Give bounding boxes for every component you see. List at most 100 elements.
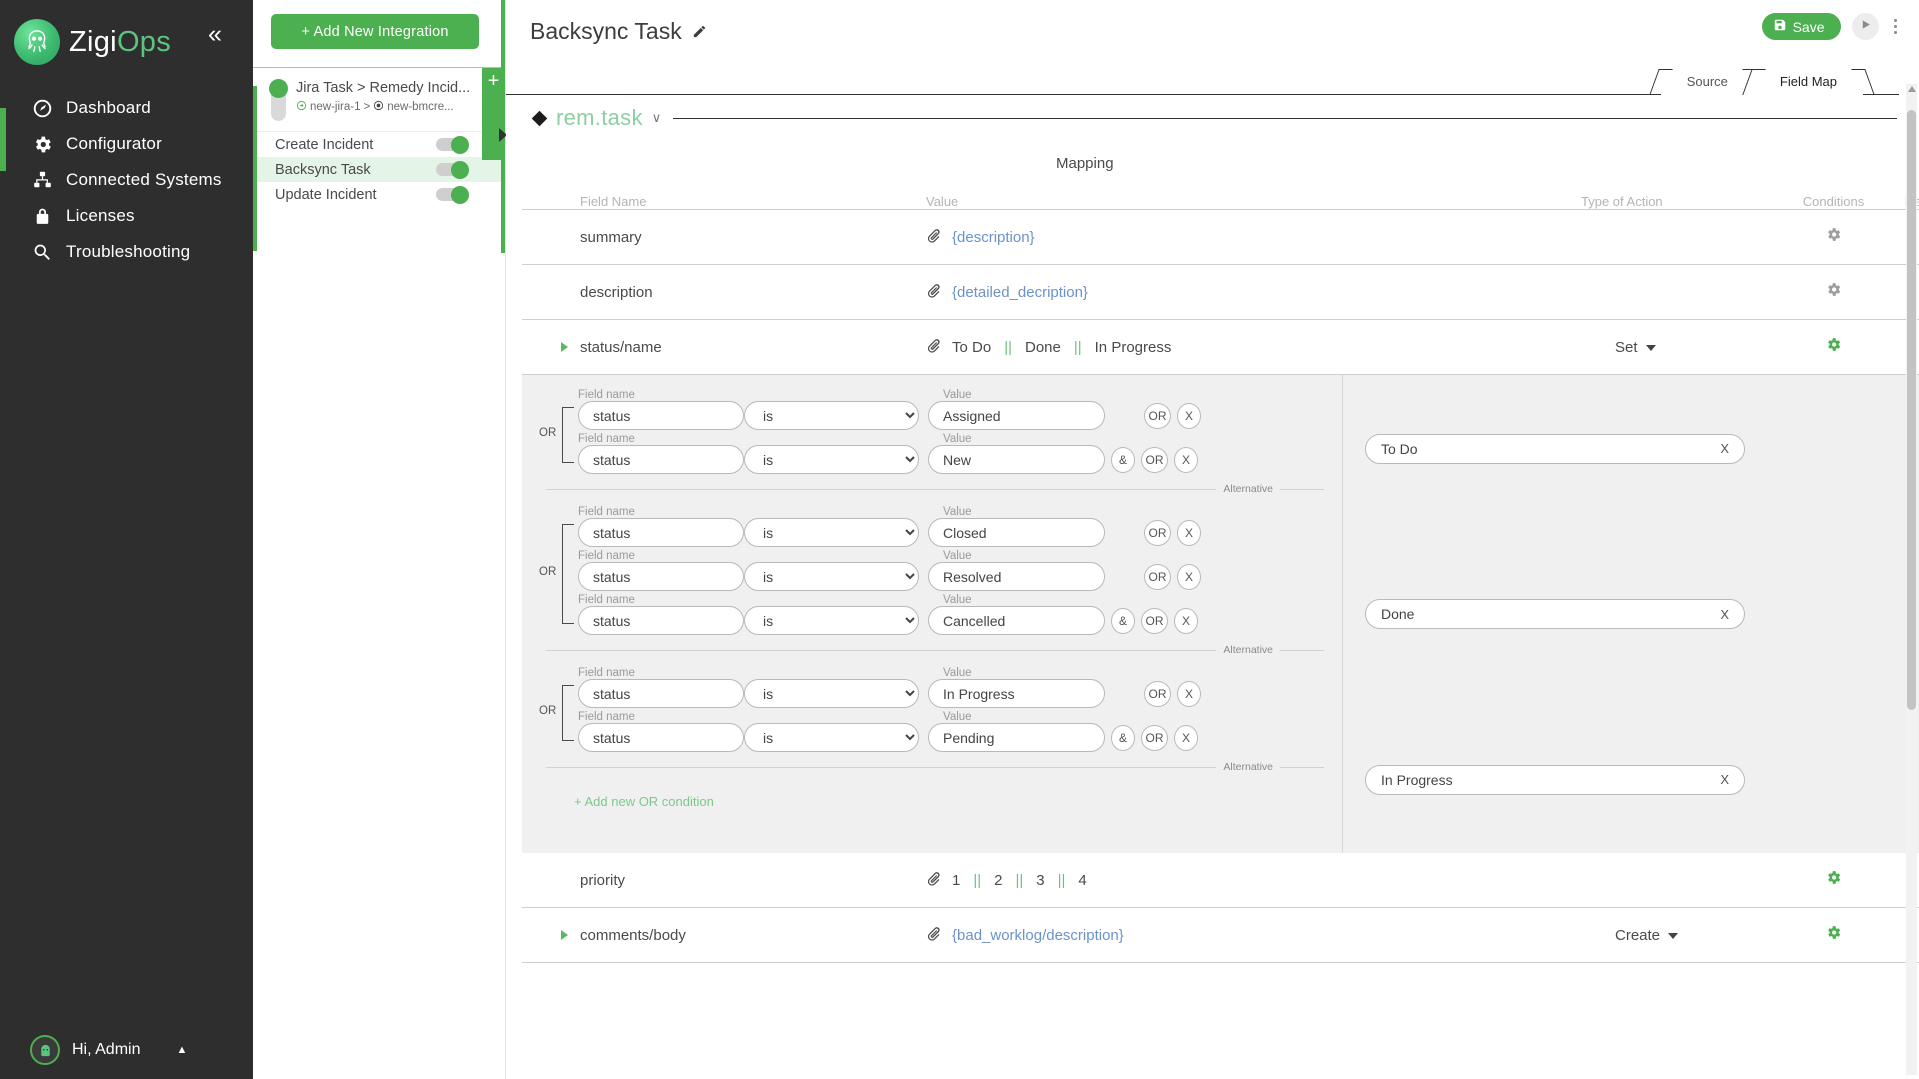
vertical-scrollbar[interactable] (1906, 84, 1917, 1075)
field-name-label: Field name (578, 389, 758, 401)
condition-operator-select[interactable]: isis notcontains (744, 518, 919, 547)
table-row[interactable]: comments/body {bad_worklog/description} … (522, 908, 1919, 963)
integration-card[interactable]: + Jira Task > Remedy Incid... new-jira-1… (253, 67, 505, 207)
row-conditions-button[interactable] (1781, 869, 1886, 891)
clear-result-icon[interactable]: X (1720, 607, 1729, 622)
condition-operator-select[interactable]: isis notcontains (744, 401, 919, 430)
condition-operator-select[interactable]: isis notcontains (744, 723, 919, 752)
condition-field-input[interactable] (578, 562, 744, 591)
condition-field-input[interactable] (578, 401, 744, 430)
integration-card-texts: Jira Task > Remedy Incid... new-jira-1 >… (296, 80, 470, 114)
kebab-menu-icon[interactable] (1890, 15, 1902, 39)
task-enable-toggle[interactable] (436, 138, 467, 151)
mapping-section-label: Mapping (506, 131, 1919, 172)
row-field-name: description (522, 284, 926, 301)
remove-condition-button[interactable]: X (1177, 564, 1201, 590)
row-conditions-button[interactable] (1781, 281, 1886, 303)
target-system-name: new-bmcre... (387, 101, 453, 113)
condition-field-input[interactable] (578, 723, 744, 752)
row-expand-toggle-icon[interactable] (561, 342, 568, 352)
task-row[interactable]: Create Incident (253, 132, 505, 157)
condition-value-input[interactable] (928, 679, 1105, 708)
type-of-action-dropdown[interactable]: Create (1615, 927, 1678, 944)
row-conditions-button[interactable] (1781, 924, 1886, 946)
tab-field-map[interactable]: Field Map (1754, 69, 1863, 96)
sidebar-item-troubleshooting[interactable]: Troubleshooting (0, 234, 253, 270)
condition-results: To Do X Done X In Progress X (1342, 375, 1919, 853)
task-enable-toggle[interactable] (436, 163, 467, 176)
remove-condition-button[interactable]: X (1177, 520, 1201, 546)
table-header-row: Field Name Value Type of Action Conditio… (522, 176, 1919, 210)
pencil-icon[interactable] (692, 24, 707, 39)
row-conditions-button[interactable] (1781, 226, 1886, 248)
remove-condition-button[interactable]: X (1174, 725, 1198, 751)
chevron-double-left-icon[interactable]: « (208, 22, 222, 47)
condition-operator-select[interactable]: isis notcontains (744, 445, 919, 474)
table-row[interactable]: summary {description} (522, 210, 1919, 265)
condition-value-input[interactable] (928, 723, 1105, 752)
condition-operator-select[interactable]: isis notcontains (744, 679, 919, 708)
scroll-up-arrow-icon[interactable] (1908, 86, 1916, 92)
clear-result-icon[interactable]: X (1720, 772, 1729, 787)
condition-inputs: isis notcontains & OR X (578, 606, 1342, 635)
divider-line (1280, 489, 1324, 490)
scrollbar-thumb[interactable] (1907, 110, 1916, 710)
remove-condition-button[interactable]: X (1177, 681, 1201, 707)
sidebar-item-dashboard[interactable]: Dashboard (0, 90, 253, 126)
remove-condition-button[interactable]: X (1174, 447, 1198, 473)
add-or-button[interactable]: OR (1141, 447, 1168, 473)
row-expand-toggle-icon[interactable] (561, 930, 568, 940)
condition-value-input[interactable] (928, 518, 1105, 547)
add-or-button[interactable]: OR (1144, 564, 1171, 590)
object-selector[interactable]: rem.task ∨ (506, 95, 1919, 131)
add-and-button[interactable]: & (1111, 447, 1135, 473)
condition-operator-select[interactable]: isis notcontains (744, 606, 919, 635)
clear-result-icon[interactable]: X (1720, 441, 1729, 456)
save-button[interactable]: Save (1762, 13, 1841, 40)
condition-value-input[interactable] (928, 445, 1105, 474)
result-value-input[interactable]: Done X (1365, 599, 1745, 629)
add-or-button[interactable]: OR (1141, 608, 1168, 634)
sidebar-item-configurator[interactable]: Configurator (0, 126, 253, 162)
table-row[interactable]: description {detailed_decription} (522, 265, 1919, 320)
task-enable-toggle[interactable] (436, 188, 467, 201)
add-or-button[interactable]: OR (1144, 403, 1171, 429)
add-new-or-condition-link[interactable]: + Add new OR condition (536, 777, 1342, 825)
sidebar-item-licenses[interactable]: Licenses (0, 198, 253, 234)
tab-source[interactable]: Source (1661, 69, 1754, 95)
type-of-action-dropdown[interactable]: Set (1615, 339, 1656, 356)
condition-field-input[interactable] (578, 445, 744, 474)
remove-condition-button[interactable]: X (1174, 608, 1198, 634)
condition-row: Field name Value isis notcontains & O (578, 711, 1342, 752)
row-conditions-button[interactable] (1781, 336, 1886, 358)
add-and-button[interactable]: & (1111, 608, 1135, 634)
chevron-up-icon[interactable]: ▲ (176, 1044, 187, 1056)
result-value-input[interactable]: In Progress X (1365, 765, 1745, 795)
add-new-integration-button[interactable]: + Add New Integration (271, 14, 479, 49)
run-button[interactable] (1852, 13, 1879, 40)
add-or-button[interactable]: OR (1144, 520, 1171, 546)
add-or-button[interactable]: OR (1141, 725, 1168, 751)
link-icon (926, 283, 941, 302)
user-menu[interactable]: Hi, Admin ▲ (0, 1035, 253, 1065)
condition-field-input[interactable] (578, 679, 744, 708)
add-and-button[interactable]: & (1111, 725, 1135, 751)
condition-value-input[interactable] (928, 562, 1105, 591)
condition-field-input[interactable] (578, 518, 744, 547)
mapping-table: Field Name Value Type of Action Conditio… (522, 176, 1919, 375)
condition-labels: Field name Value (578, 389, 1342, 401)
task-row[interactable]: Update Incident (253, 182, 505, 207)
condition-value-input[interactable] (928, 606, 1105, 635)
chevron-down-icon[interactable]: ∨ (652, 110, 662, 126)
table-row[interactable]: priority 1 || 2 || 3 || 4 (522, 853, 1919, 908)
condition-field-input[interactable] (578, 606, 744, 635)
task-row[interactable]: Backsync Task (253, 157, 505, 182)
result-value-input[interactable]: To Do X (1365, 434, 1745, 464)
condition-value-input[interactable] (928, 401, 1105, 430)
condition-group-body: OR Field name Value (536, 389, 1342, 477)
sidebar-item-connected-systems[interactable]: Connected Systems (0, 162, 253, 198)
add-or-button[interactable]: OR (1144, 681, 1171, 707)
table-row[interactable]: status/name To Do || Done || In Progress… (522, 320, 1919, 375)
remove-condition-button[interactable]: X (1177, 403, 1201, 429)
condition-operator-select[interactable]: isis notcontains (744, 562, 919, 591)
